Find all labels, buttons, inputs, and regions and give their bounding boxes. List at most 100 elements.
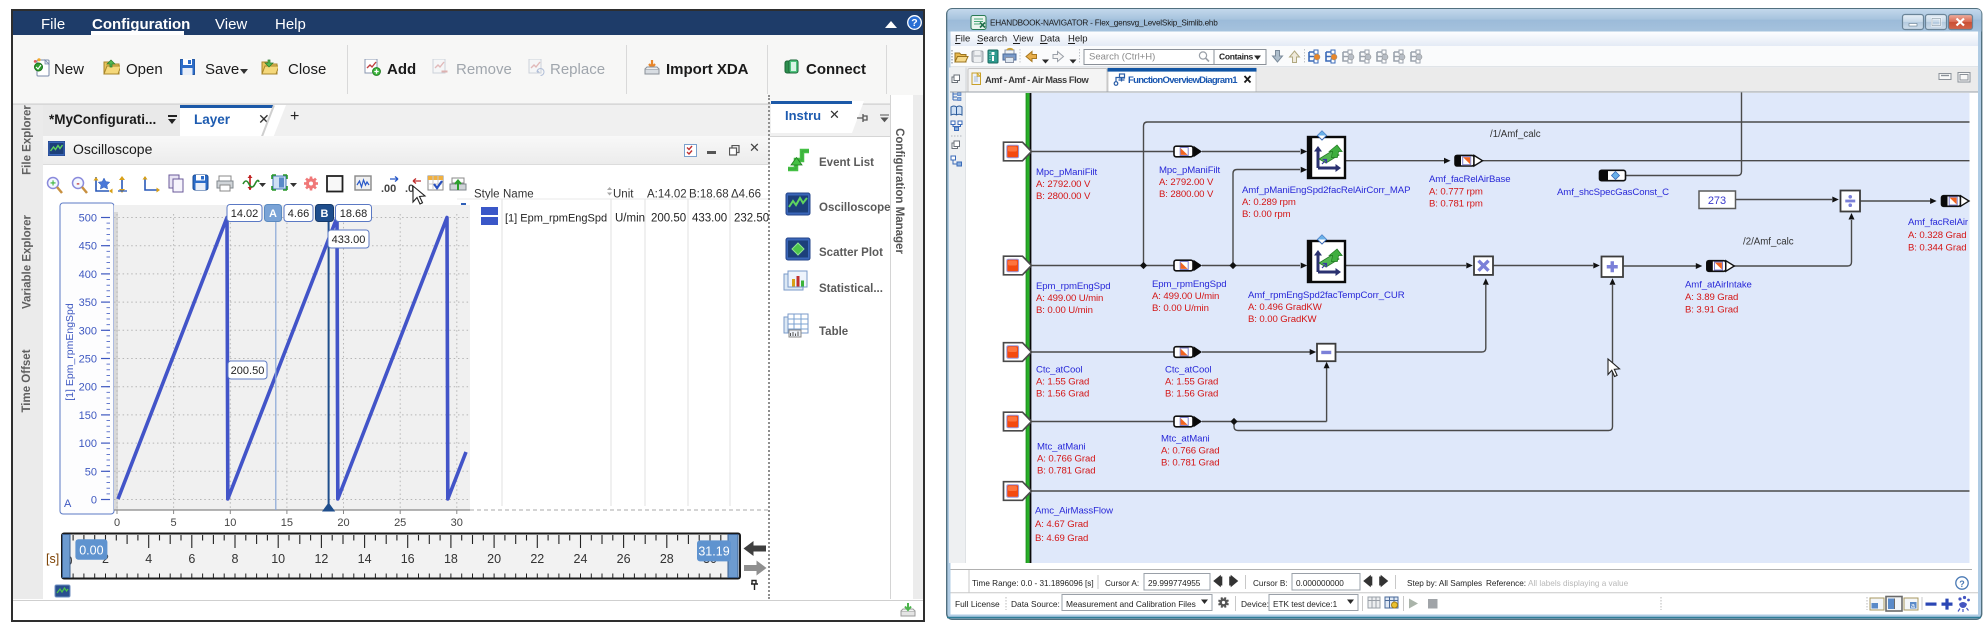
svg-text:0.00: 0.00 [79, 543, 103, 557]
svg-text:A: 0.328 Grad: A: 0.328 Grad [1908, 230, 1966, 241]
svg-text:28: 28 [660, 552, 674, 566]
svg-text:+: + [50, 179, 56, 190]
svg-text:Amf - Amf - Air Mass Flow: Amf - Amf - Air Mass Flow [985, 75, 1089, 85]
svg-text:B: 2800.00 V: B: 2800.00 V [1159, 189, 1214, 200]
svg-text:50: 50 [85, 466, 97, 478]
svg-text:View: View [1013, 34, 1034, 45]
svg-text:Amf_pManiEngSpd2facRelAirCorr_: Amf_pManiEngSpd2facRelAirCorr_MAP [1242, 185, 1410, 196]
svg-text:273: 273 [1708, 195, 1726, 207]
svg-text:a: a [1911, 603, 1915, 610]
svg-text:Oscilloscope: Oscilloscope [819, 202, 891, 214]
svg-text:22: 22 [530, 552, 544, 566]
svg-text:A: 0.766 Grad: A: 0.766 Grad [1161, 446, 1219, 457]
svg-text:232.50: 232.50 [734, 213, 769, 225]
svg-text:Device:: Device: [1241, 599, 1269, 609]
svg-text:5: 5 [171, 517, 177, 529]
svg-text:A: 0.777 rpm: A: 0.777 rpm [1429, 187, 1483, 198]
svg-text:Cursor B:: Cursor B: [1253, 579, 1288, 588]
svg-text:Amc_AirMassFlow: Amc_AirMassFlow [1035, 506, 1113, 517]
svg-text:0: 0 [91, 495, 97, 507]
svg-text:B: 0.00 U/min: B: 0.00 U/min [1152, 303, 1209, 314]
svg-text:30: 30 [451, 517, 463, 529]
svg-text:10: 10 [271, 552, 285, 566]
svg-text:Contains: Contains [1219, 52, 1254, 62]
svg-text:Event List: Event List [819, 157, 874, 169]
svg-text:A: 2792.00 V: A: 2792.00 V [1159, 177, 1214, 188]
svg-text:ETK test device:1: ETK test device:1 [1273, 600, 1338, 609]
svg-text:A: A [269, 208, 277, 220]
svg-text:Reference:: Reference: [1486, 579, 1526, 588]
svg-text:300: 300 [79, 325, 97, 337]
svg-text:Time Range: 0.0 - 31.1896096 [: Time Range: 0.0 - 31.1896096 [s] [972, 579, 1094, 588]
svg-text:A: 2792.00 V: A: 2792.00 V [1036, 179, 1091, 190]
svg-text:Ctc_atCool: Ctc_atCool [1036, 364, 1082, 375]
svg-text:A: 0.766 Grad: A: 0.766 Grad [1037, 454, 1095, 465]
svg-text:18.68: 18.68 [340, 208, 368, 220]
svg-text:[1] Epm_rpmEngSpd: [1] Epm_rpmEngSpd [64, 303, 76, 401]
svg-text:Measurement and Calibration Fi: Measurement and Calibration Files [1066, 599, 1196, 609]
svg-text:B: 0.00 rpm: B: 0.00 rpm [1242, 209, 1291, 220]
svg-text:A: 499.00 U/min: A: 499.00 U/min [1036, 293, 1103, 304]
svg-text:File: File [955, 34, 970, 45]
svg-text:/1/Amf_calc: /1/Amf_calc [1490, 129, 1541, 140]
svg-text:450: 450 [79, 241, 97, 253]
svg-text:B: 0.344 Grad: B: 0.344 Grad [1908, 243, 1966, 254]
svg-text:A: 4.67 Grad: A: 4.67 Grad [1035, 519, 1088, 530]
svg-text:Table: Table [819, 326, 848, 338]
svg-text:10: 10 [224, 517, 236, 529]
svg-text:U/min: U/min [615, 213, 645, 225]
svg-text:B: 0.00 GradKW: B: 0.00 GradKW [1248, 314, 1317, 325]
svg-text:4: 4 [145, 552, 152, 566]
svg-text:A: 0.496 GradKW: A: 0.496 GradKW [1248, 302, 1323, 313]
svg-text:200.50: 200.50 [651, 213, 686, 225]
svg-text:18: 18 [444, 552, 458, 566]
svg-text:/2/Amf_calc: /2/Amf_calc [1743, 237, 1794, 248]
svg-text:Epm_rpmEngSpd: Epm_rpmEngSpd [1036, 281, 1110, 292]
svg-text:400: 400 [79, 269, 97, 281]
svg-text:A: 1.55 Grad: A: 1.55 Grad [1165, 377, 1218, 388]
svg-text:B: 2800.00 V: B: 2800.00 V [1036, 191, 1091, 202]
svg-text:150: 150 [79, 410, 97, 422]
svg-text:B: 0.781 Grad: B: 0.781 Grad [1037, 466, 1095, 477]
svg-text:[1] Epm_rpmEngSpd: [1] Epm_rpmEngSpd [505, 213, 607, 225]
svg-text:B: 1.56 Grad: B: 1.56 Grad [1036, 389, 1089, 400]
svg-text:B: 1.56 Grad: B: 1.56 Grad [1165, 389, 1218, 400]
svg-text:Data: Data [1040, 34, 1061, 45]
svg-text:0.000000000: 0.000000000 [1296, 579, 1344, 588]
svg-text:Epm_rpmEngSpd: Epm_rpmEngSpd [1152, 279, 1226, 290]
svg-text:A: 499.00 U/min: A: 499.00 U/min [1152, 291, 1219, 302]
svg-text:B: 0.00 U/min: B: 0.00 U/min [1036, 305, 1093, 316]
svg-text:[s]: [s] [46, 552, 59, 566]
svg-text:B: 3.91 Grad: B: 3.91 Grad [1685, 304, 1738, 315]
svg-text:A: 1.55 Grad: A: 1.55 Grad [1036, 377, 1089, 388]
svg-text:Data Source:: Data Source: [1011, 599, 1060, 609]
svg-text:Help: Help [1068, 34, 1088, 45]
svg-text:100: 100 [79, 438, 97, 450]
svg-text:Cursor A:: Cursor A: [1105, 579, 1139, 588]
svg-text:24: 24 [574, 552, 588, 566]
svg-text:Amf_rpmEngSpd2facTempCorr_CUR: Amf_rpmEngSpd2facTempCorr_CUR [1248, 290, 1405, 301]
svg-text:Statistical...: Statistical... [819, 283, 883, 295]
svg-text:200: 200 [79, 382, 97, 394]
svg-text:Scatter Plot: Scatter Plot [819, 247, 883, 259]
svg-text:Amf_facRelAir: Amf_facRelAir [1908, 217, 1969, 228]
svg-text:A: A [64, 498, 72, 510]
svg-text:A: 3.89 Grad: A: 3.89 Grad [1685, 292, 1738, 303]
svg-text:433.00: 433.00 [332, 234, 366, 246]
svg-text:?: ? [911, 17, 917, 29]
svg-text:Amf_facRelAirBase: Amf_facRelAirBase [1429, 174, 1510, 185]
svg-text:433.00: 433.00 [692, 213, 727, 225]
svg-text:12: 12 [314, 552, 328, 566]
svg-text:26: 26 [617, 552, 631, 566]
svg-text:250: 250 [79, 354, 97, 366]
svg-text:350: 350 [79, 297, 97, 309]
svg-text:Search (Ctrl+H): Search (Ctrl+H) [1089, 52, 1155, 63]
svg-text:Step by: All Samples: Step by: All Samples [1407, 579, 1482, 588]
svg-text:-: - [76, 179, 79, 190]
svg-text:0: 0 [114, 517, 120, 529]
svg-text:B: 4.69 Grad: B: 4.69 Grad [1035, 533, 1088, 544]
svg-text:Amf_atAirIntake: Amf_atAirIntake [1685, 279, 1752, 290]
svg-text:6: 6 [188, 552, 195, 566]
svg-text:Full License: Full License [955, 599, 1000, 609]
svg-text:B: 0.781 rpm: B: 0.781 rpm [1429, 199, 1483, 210]
